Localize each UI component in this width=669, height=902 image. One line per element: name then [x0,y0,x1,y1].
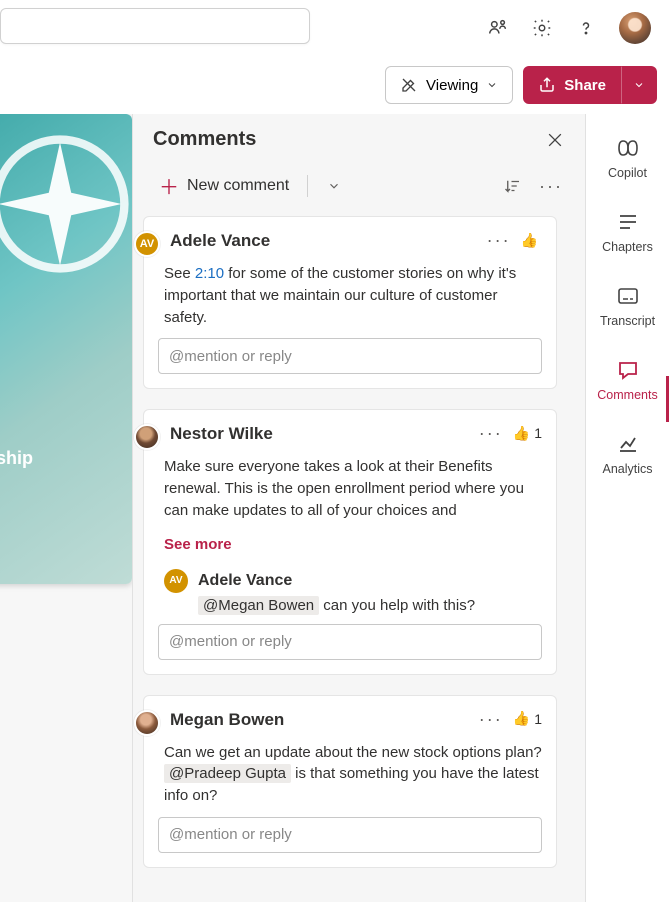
rail-comments[interactable]: Comments [586,354,669,406]
plus-icon: ＋ [159,171,179,200]
new-comment-button[interactable]: ＋ New comment [153,167,295,204]
comment-author: Nestor Wilke [170,424,273,444]
rail-label: Copilot [608,166,647,180]
new-comment-dropdown[interactable] [320,172,348,200]
comment-author: Megan Bowen [170,710,284,730]
comment-body: Make sure everyone takes a look at their… [164,456,542,521]
thumbs-up-icon: 👍 [513,425,530,442]
share-dropdown-button[interactable] [621,66,657,104]
thumbs-up-icon: 👍 [513,710,530,727]
like-count: 1 [534,711,542,727]
slide-thumbnail[interactable]: dership A [0,114,132,584]
rail-copilot[interactable]: Copilot [586,132,669,184]
comment-card: Nestor Wilke ··· 👍 1 Make sure everyone … [143,409,557,674]
close-panel-button[interactable] [545,130,565,150]
more-options-button[interactable]: ··· [537,172,565,200]
comment-author: Adele Vance [170,231,270,251]
like-button[interactable]: 👍 1 [513,710,542,727]
analytics-icon [616,432,640,456]
divider [307,175,308,197]
search-input[interactable] [0,8,310,44]
share-label: Share [564,77,606,94]
meet-now-icon[interactable] [487,17,509,39]
like-button[interactable]: 👍 [521,232,542,249]
settings-icon[interactable] [531,17,553,39]
sort-icon [504,177,522,195]
copilot-icon [616,136,640,160]
avatar: AV [164,569,188,593]
rail-label: Comments [597,388,657,402]
close-icon [545,130,565,150]
rail-chapters[interactable]: Chapters [586,206,669,258]
compass-star-icon [0,134,130,274]
share-icon [538,76,556,94]
slide-title: dership A [0,447,124,494]
see-more-link[interactable]: See more [164,536,232,553]
new-comment-label: New comment [187,177,289,195]
reply-author: Adele Vance [198,572,292,590]
rail-transcript[interactable]: Transcript [586,280,669,332]
sort-button[interactable] [499,172,527,200]
comment-body: Can we get an update about the new stock… [164,742,542,807]
avatar [134,424,160,450]
reply-input[interactable] [158,817,542,853]
transcript-icon [616,284,640,308]
dots-icon: ··· [539,177,563,195]
share-button[interactable]: Share [523,66,621,104]
avatar [134,710,160,736]
like-button[interactable]: 👍 1 [513,425,542,442]
comment-card: AV Adele Vance ··· 👍 See 2:10 for some o… [143,216,557,389]
comments-icon [616,358,640,382]
reply-body: @Megan Bowen can you help with this? [198,597,542,614]
reply-input[interactable] [158,624,542,660]
chevron-down-icon [327,179,341,193]
viewing-label: Viewing [426,77,478,94]
reply-input[interactable] [158,338,542,374]
viewing-button[interactable]: Viewing [385,66,513,104]
comment-more-button[interactable]: ··· [479,424,503,442]
thumbs-up-icon: 👍 [521,232,538,249]
avatar: AV [134,231,160,257]
right-rail: Copilot Chapters Transcript [585,114,669,902]
comment-more-button[interactable]: ··· [487,231,511,249]
mention[interactable]: @Pradeep Gupta [164,764,291,783]
chevron-down-icon [633,79,645,91]
mention[interactable]: @Megan Bowen [198,596,319,615]
user-avatar[interactable] [619,12,651,44]
timestamp-link[interactable]: 2:10 [195,265,224,282]
rail-label: Chapters [602,240,653,254]
panel-title: Comments [153,128,545,151]
slide-thumbnail-strip: dership A [0,114,132,902]
help-icon[interactable] [575,17,597,39]
comment-body: See 2:10 for some of the customer storie… [164,263,542,328]
reply: AV Adele Vance @Megan Bowen can you help… [164,569,542,614]
rail-analytics[interactable]: Analytics [586,428,669,480]
pencil-slash-icon [400,76,418,94]
comment-card: Megan Bowen ··· 👍 1 Can we get an update… [143,695,557,868]
chapters-icon [616,210,640,234]
comment-more-button[interactable]: ··· [479,710,503,728]
rail-label: Transcript [600,314,655,328]
like-count: 1 [534,425,542,441]
rail-label: Analytics [602,462,652,476]
comments-panel: Comments ＋ New comment ··· [132,114,585,902]
chevron-down-icon [486,79,498,91]
